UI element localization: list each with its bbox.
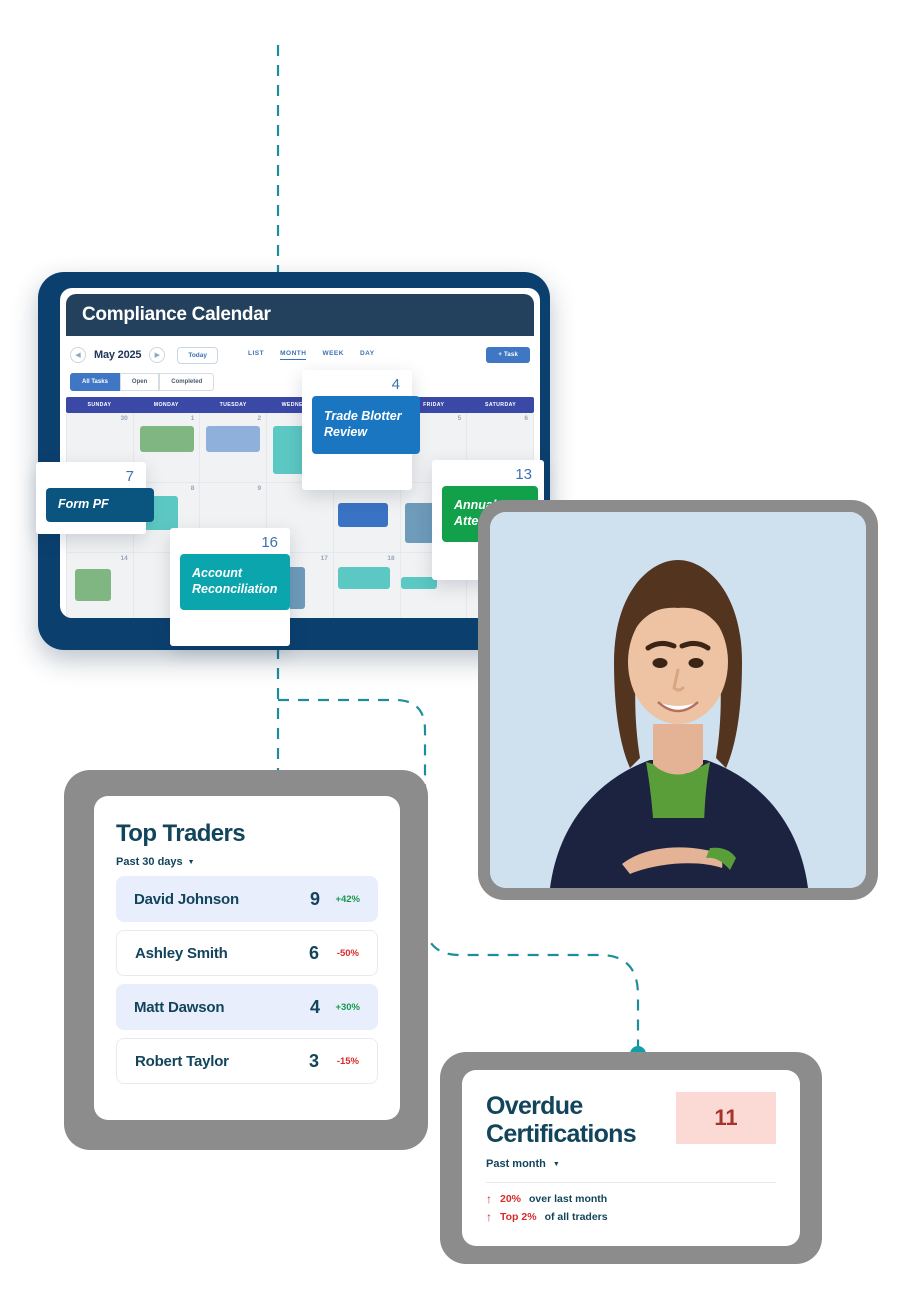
event-block[interactable] bbox=[206, 426, 261, 452]
overdue-stat-row: ↑ 20% over last month bbox=[486, 1193, 776, 1205]
trader-name: Robert Taylor bbox=[135, 1052, 229, 1070]
weekday-tuesday: TUESDAY bbox=[219, 402, 247, 408]
trader-name: David Johnson bbox=[134, 890, 239, 908]
day-cell[interactable]: 18 bbox=[333, 553, 401, 618]
task-card-label: Form PF bbox=[46, 488, 154, 522]
task-card-account-reconciliation[interactable]: 16 Account Reconciliation bbox=[170, 528, 290, 646]
trader-name: Ashley Smith bbox=[135, 944, 228, 962]
day-number: 6 bbox=[524, 415, 528, 422]
overdue-card: Overdue Certifications 11 Past month ▼ ↑… bbox=[462, 1070, 800, 1246]
calendar-toolbar: ◀ May 2025 ▶ Today LIST MONTH WEEK DAY +… bbox=[60, 340, 540, 370]
chevron-right-icon[interactable]: ▶ bbox=[149, 347, 166, 363]
overdue-stat-text: of all traders bbox=[544, 1211, 608, 1223]
trader-delta: -50% bbox=[336, 947, 359, 959]
trader-name: Matt Dawson bbox=[134, 998, 225, 1016]
top-traders-period-dropdown[interactable]: Past 30 days ▼ bbox=[116, 856, 378, 868]
trader-value: 3 bbox=[308, 1050, 319, 1071]
composition-stage: Compliance Calendar ◀ May 2025 ▶ Today L… bbox=[0, 0, 900, 1300]
weekday-monday: MONDAY bbox=[153, 402, 179, 408]
filter-open[interactable]: Open bbox=[119, 373, 160, 391]
day-number: 30 bbox=[120, 415, 128, 422]
view-option-list[interactable]: LIST bbox=[248, 350, 264, 360]
avatar bbox=[490, 512, 866, 888]
calendar-header: Compliance Calendar bbox=[66, 294, 534, 336]
trader-delta: -15% bbox=[336, 1055, 359, 1067]
chevron-left-icon[interactable]: ◀ bbox=[70, 347, 86, 363]
overdue-stat-text: over last month bbox=[529, 1193, 608, 1205]
top-traders-period-label: Past 30 days bbox=[116, 856, 183, 868]
view-option-month[interactable]: MONTH bbox=[280, 350, 307, 360]
view-option-day[interactable]: DAY bbox=[360, 350, 375, 360]
overdue-title: Overdue Certifications bbox=[486, 1092, 637, 1148]
filter-all-tasks[interactable]: All Tasks bbox=[70, 373, 120, 391]
event-block[interactable] bbox=[337, 567, 390, 589]
view-switcher: LIST MONTH WEEK DAY bbox=[248, 350, 375, 360]
day-number: 5 bbox=[457, 415, 462, 422]
filter-completed[interactable]: Completed bbox=[159, 373, 215, 391]
day-number: 2 bbox=[257, 415, 262, 422]
task-card-label: Account Reconciliation bbox=[180, 554, 290, 610]
overdue-count-badge: 11 bbox=[676, 1092, 776, 1144]
trader-row[interactable]: Matt Dawson 4 +30% bbox=[116, 984, 378, 1030]
event-block[interactable] bbox=[337, 503, 388, 527]
trader-delta: +42% bbox=[335, 893, 360, 905]
today-button[interactable]: Today bbox=[177, 346, 218, 364]
task-card-form-pf[interactable]: 7 Form PF bbox=[36, 462, 154, 534]
trader-delta: +30% bbox=[335, 1001, 360, 1013]
day-number: 18 bbox=[387, 555, 395, 562]
top-traders-card: Top Traders Past 30 days ▼ David Johnson… bbox=[94, 796, 400, 1120]
day-cell[interactable]: 2 bbox=[200, 413, 268, 483]
caret-down-icon: ▼ bbox=[187, 858, 195, 866]
page-title: Compliance Calendar bbox=[82, 304, 271, 325]
caret-down-icon: ▼ bbox=[552, 1160, 560, 1168]
overdue-stat-row: ↑ Top 2% of all traders bbox=[486, 1211, 776, 1223]
day-number: 1 bbox=[190, 415, 195, 422]
top-traders-title: Top Traders bbox=[116, 820, 246, 847]
overdue-stat-highlight: Top 2% bbox=[500, 1211, 537, 1223]
trader-value: 6 bbox=[308, 942, 319, 963]
trader-row[interactable]: Robert Taylor 3 -15% bbox=[116, 1038, 378, 1084]
portrait-photo bbox=[490, 512, 866, 888]
task-card-day: 7 bbox=[125, 468, 134, 485]
event-block[interactable] bbox=[139, 426, 194, 452]
day-cell[interactable]: 11 bbox=[333, 483, 401, 553]
add-task-button[interactable]: + Task bbox=[486, 347, 530, 363]
day-number: 9 bbox=[257, 485, 262, 492]
task-card-day: 4 bbox=[391, 376, 400, 393]
trader-row[interactable]: Ashley Smith 6 -50% bbox=[116, 930, 378, 976]
arrow-up-icon: ↑ bbox=[486, 1192, 492, 1206]
day-cell[interactable]: 14 bbox=[67, 553, 134, 618]
weekday-saturday: SATURDAY bbox=[484, 402, 517, 408]
task-card-label: Trade Blotter Review bbox=[312, 396, 420, 454]
view-option-week[interactable]: WEEK bbox=[322, 350, 344, 360]
day-number: 17 bbox=[320, 555, 328, 562]
overdue-period-dropdown[interactable]: Past month ▼ bbox=[486, 1158, 776, 1170]
trader-value: 4 bbox=[309, 996, 320, 1017]
weekday-sunday: SUNDAY bbox=[87, 402, 112, 408]
task-card-day: 16 bbox=[261, 534, 278, 551]
trader-row[interactable]: David Johnson 9 +42% bbox=[116, 876, 378, 922]
event-block[interactable] bbox=[400, 577, 437, 589]
event-block[interactable] bbox=[75, 569, 111, 601]
weekday-header-row: SUNDAY MONDAY TUESDAY WEDNESDAY THURSDAY… bbox=[66, 397, 534, 413]
divider bbox=[486, 1182, 776, 1183]
task-card-day: 13 bbox=[515, 466, 532, 483]
task-card-trade-blotter[interactable]: 4 Trade Blotter Review bbox=[302, 370, 420, 490]
overdue-stat-highlight: 20% bbox=[500, 1193, 522, 1205]
portrait-frame bbox=[478, 500, 878, 900]
overdue-period-label: Past month bbox=[486, 1158, 546, 1170]
trader-value: 9 bbox=[309, 888, 320, 909]
arrow-up-icon: ↑ bbox=[486, 1210, 492, 1224]
month-label: May 2025 bbox=[94, 349, 142, 361]
day-number: 14 bbox=[120, 555, 128, 562]
day-number: 8 bbox=[190, 485, 195, 492]
